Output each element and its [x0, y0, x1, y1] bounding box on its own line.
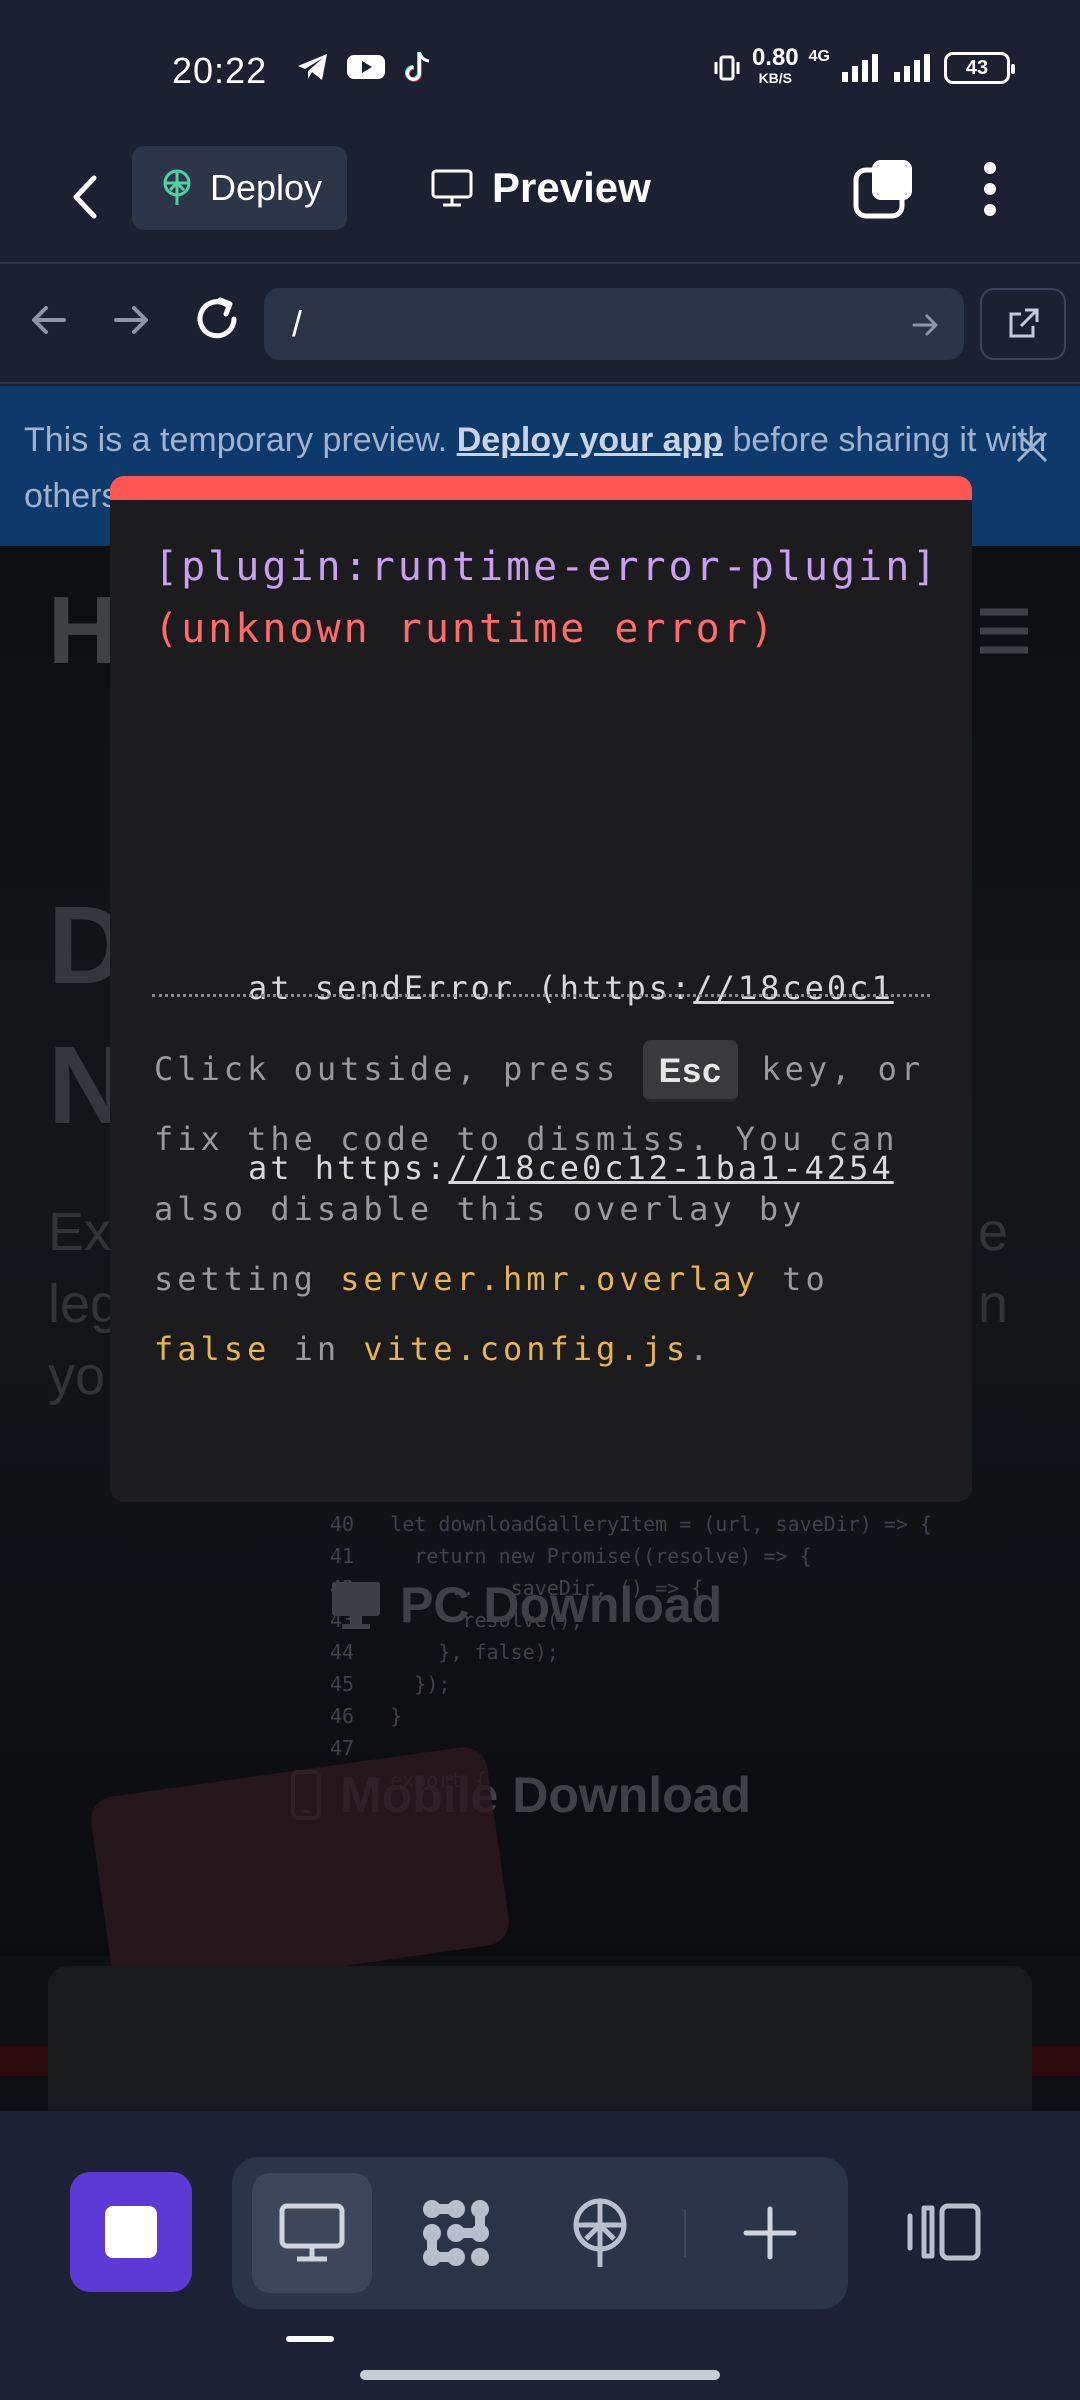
error-divider — [152, 994, 930, 997]
telegram-icon — [298, 54, 327, 80]
desktop-icon — [279, 2203, 345, 2262]
deploy-label: Deploy — [210, 167, 323, 208]
home-indicator[interactable] — [360, 2370, 720, 2380]
stop-button[interactable] — [70, 2172, 192, 2292]
tool-packages[interactable] — [396, 2173, 516, 2293]
nav-back-button[interactable] — [26, 298, 70, 347]
arrow-right-icon — [912, 314, 938, 336]
close-icon — [1016, 431, 1048, 463]
toolbar-divider — [684, 2209, 686, 2257]
network-type: 4G — [808, 48, 830, 65]
error-top-bar — [110, 476, 972, 500]
url-go-button[interactable] — [910, 308, 942, 350]
monitor-icon — [431, 169, 473, 207]
code-config-file: vite.config.js — [363, 1330, 690, 1368]
url-input[interactable]: / — [264, 288, 964, 360]
signal-icon-2 — [894, 54, 930, 82]
tiktok-icon — [405, 52, 430, 82]
battery-indicator: 43 — [944, 52, 1015, 84]
more-menu-button[interactable] — [970, 154, 1010, 229]
preview-label: Preview — [492, 164, 651, 211]
toggle-panel-button[interactable] — [904, 2202, 984, 2267]
active-tool-indicator — [286, 2336, 334, 2342]
arrow-right-icon — [114, 306, 148, 334]
status-right: 0.80 KB/S 4G 43 — [712, 44, 1015, 88]
deploy-your-app-link[interactable]: Deploy your app — [457, 421, 723, 459]
nav-forward-button[interactable] — [110, 298, 154, 347]
status-app-icons — [296, 50, 432, 84]
reload-icon — [197, 297, 237, 339]
deploy-icon — [573, 2198, 627, 2267]
deploy-button[interactable]: Deploy — [132, 146, 347, 230]
add-tool-button[interactable] — [710, 2173, 830, 2293]
net-speed: 0.80 KB/S — [751, 44, 799, 87]
code-config-key: server.hmr.overlay — [340, 1260, 759, 1298]
status-time: 20:22 — [172, 50, 268, 91]
tabs-button[interactable] — [852, 156, 916, 225]
esc-key: Esc — [642, 1040, 739, 1102]
error-plugin: [plugin:runtime-error-plugin] — [154, 544, 940, 590]
error-tip: Click outside, press Esc key, or fix the… — [154, 1034, 944, 1384]
external-link-icon — [1009, 308, 1039, 338]
bottom-toolbar — [0, 2112, 1080, 2400]
sidebar-panel-icon — [907, 2203, 981, 2261]
youtube-icon — [347, 55, 385, 79]
url-bar: / — [0, 266, 1080, 384]
code-false: false — [154, 1330, 271, 1368]
tool-switcher — [232, 2157, 848, 2309]
tabs-icon — [853, 160, 912, 219]
back-button[interactable] — [60, 162, 110, 232]
app-header: Deploy Preview — [0, 140, 1080, 264]
stop-icon — [105, 2206, 157, 2258]
open-external-button[interactable] — [980, 288, 1066, 360]
chevron-left-icon — [73, 175, 97, 219]
stack-file-link[interactable]: //18ce0c1 — [693, 969, 893, 1007]
tab-preview[interactable]: Preview — [430, 158, 651, 218]
error-message: (unknown runtime error) — [154, 606, 777, 652]
vite-error-overlay: [plugin:runtime-error-plugin] (unknown r… — [110, 476, 972, 1502]
signal-icon — [842, 54, 878, 82]
add-icon — [743, 2206, 797, 2260]
more-vertical-icon — [984, 162, 996, 216]
url-value: / — [292, 303, 303, 344]
reload-button[interactable] — [192, 294, 242, 349]
banner-close-button[interactable] — [1014, 426, 1050, 482]
status-bar: 20:22 0.80 KB/S 4G 43 — [0, 0, 1080, 140]
error-heading: [plugin:runtime-error-plugin] (unknown r… — [154, 536, 944, 660]
tool-preview[interactable] — [252, 2173, 372, 2293]
packages-icon — [423, 2200, 489, 2266]
arrow-left-icon — [32, 306, 66, 334]
vibrate-icon — [714, 55, 740, 81]
deploy-icon — [163, 169, 191, 205]
tool-deployments[interactable] — [540, 2173, 660, 2293]
